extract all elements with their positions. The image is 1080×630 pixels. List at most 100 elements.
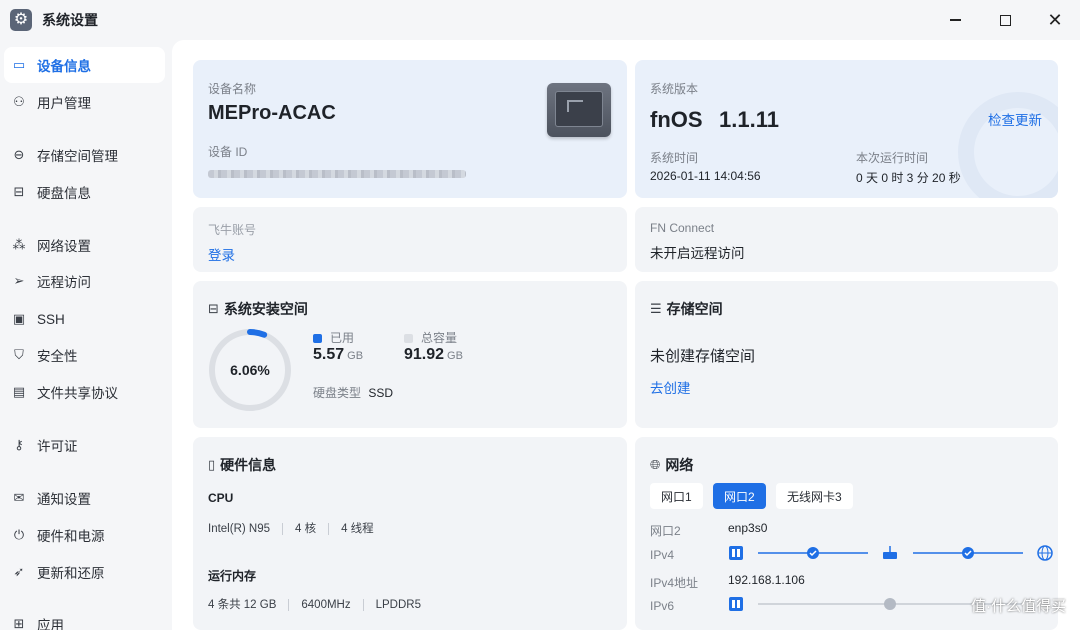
sidebar-item-disk-info[interactable]: ⊟ 硬盘信息 bbox=[4, 174, 165, 210]
sidebar-item-network[interactable]: ⁂ 网络设置 bbox=[4, 227, 165, 263]
fnos-logo-watermark bbox=[958, 92, 1058, 198]
account-card: 飞牛账号 登录 bbox=[193, 207, 627, 272]
sidebar-item-label: 硬盘信息 bbox=[37, 186, 91, 201]
interface-label: 网口2 bbox=[650, 524, 681, 538]
network-header: 🌐︎ 网络 bbox=[650, 455, 693, 475]
app-title: 系统设置 bbox=[42, 12, 98, 28]
sidebar-item-hardware-power[interactable]: ⏻ 硬件和电源 bbox=[4, 517, 165, 553]
main-panel: 设备名称 MEPro-ACAC 设备 ID 系统版本 fnOS 1.1.11 检… bbox=[172, 40, 1080, 630]
system-time-label: 系统时间 bbox=[650, 151, 699, 165]
rocket-icon: ➶ bbox=[13, 564, 25, 579]
sidebar-item-remote-access[interactable]: ➢ 远程访问 bbox=[4, 263, 165, 299]
used-legend: 已用 bbox=[313, 329, 354, 346]
sidebar-item-label: 应用 bbox=[37, 618, 64, 630]
ipv4-address: 192.168.1.106 bbox=[728, 573, 805, 587]
total-label: 总容量 bbox=[421, 331, 458, 345]
sidebar-item-label: 设备信息 bbox=[37, 59, 91, 74]
create-storage-link[interactable]: 去创建 bbox=[650, 377, 691, 397]
sidebar-item-file-sharing[interactable]: ▤ 文件共享协议 bbox=[4, 374, 165, 410]
tab-port-2[interactable]: 网口2 bbox=[713, 483, 766, 509]
tab-port-1[interactable]: 网口1 bbox=[650, 483, 703, 509]
sidebar-item-ssh[interactable]: ▣ SSH bbox=[4, 301, 165, 337]
sidebar-item-label: SSH bbox=[37, 311, 65, 327]
users-icon: ⚇ bbox=[13, 94, 25, 109]
nas-device-icon bbox=[547, 83, 611, 137]
disk-type-row: 硬盘类型 SSD bbox=[313, 384, 393, 401]
storage-header: ☰ 存储空间 bbox=[650, 299, 723, 319]
router-icon bbox=[883, 552, 897, 559]
memory-frequency: 6400MHz bbox=[301, 599, 351, 611]
cpu-label: CPU bbox=[208, 491, 234, 505]
sidebar-item-label: 许可证 bbox=[37, 439, 78, 454]
used-unit: GB bbox=[347, 350, 364, 362]
close-icon: ✕ bbox=[1047, 9, 1063, 30]
ipv4-address-label: IPv4地址 bbox=[650, 576, 699, 590]
globe-icon: 🌐︎ bbox=[650, 457, 661, 472]
power-icon: ⏻ bbox=[13, 527, 25, 542]
sidebar-item-security[interactable]: ⛉ 安全性 bbox=[4, 337, 165, 373]
device-name: MEPro-ACAC bbox=[208, 102, 336, 124]
sidebar-item-label: 远程访问 bbox=[37, 275, 91, 290]
storage-icon: ☰ bbox=[650, 301, 662, 316]
account-label: 飞牛账号 bbox=[208, 223, 257, 237]
hardware-title: 硬件信息 bbox=[220, 457, 277, 473]
sidebar-item-label: 更新和还原 bbox=[37, 566, 105, 581]
memory-label: 运行内存 bbox=[208, 569, 257, 583]
system-space-card: ⊟ 系统安装空间 6.06% 已用 5.57 GB 总容量 91.92 GB 硬盘类… bbox=[193, 281, 627, 428]
login-link[interactable]: 登录 bbox=[208, 244, 235, 264]
sidebar-item-label: 文件共享协议 bbox=[37, 386, 118, 401]
sidebar-item-label: 网络设置 bbox=[37, 239, 91, 254]
total-value: 91.92 bbox=[404, 346, 445, 363]
network-title: 网络 bbox=[665, 457, 694, 473]
disk-icon: ⊟ bbox=[208, 301, 219, 316]
hardware-header: ▯ 硬件信息 bbox=[208, 455, 276, 475]
usage-percent: 6.06% bbox=[230, 362, 270, 378]
minimize-button[interactable] bbox=[930, 0, 980, 40]
used-value: 5.57 bbox=[313, 346, 345, 363]
sidebar-item-license[interactable]: ⚷ 许可证 bbox=[4, 427, 165, 463]
fn-connect-status: 未开启远程访问 bbox=[650, 246, 745, 261]
used-label: 已用 bbox=[330, 331, 355, 345]
ipv4-topology bbox=[729, 545, 1053, 561]
sidebar-item-apps[interactable]: ⊞ 应用 bbox=[4, 606, 165, 630]
device-name-label: 设备名称 bbox=[208, 82, 257, 96]
sidebar-item-users[interactable]: ⚇ 用户管理 bbox=[4, 84, 165, 120]
storage-card: ☰ 存储空间 未创建存储空间 去创建 bbox=[635, 281, 1058, 428]
mail-icon: ✉ bbox=[13, 490, 25, 505]
minimize-icon bbox=[949, 19, 961, 21]
window-controls: ✕ bbox=[930, 0, 1080, 40]
total-legend: 总容量 bbox=[404, 329, 457, 346]
sidebar-item-update-restore[interactable]: ➶ 更新和还原 bbox=[4, 554, 165, 590]
check-update-link[interactable]: 检查更新 bbox=[988, 109, 1042, 129]
title-bar: ⚙ 系统设置 ✕ bbox=[0, 0, 1080, 40]
watermark-text: 值·什么值得买 bbox=[971, 598, 1066, 615]
maximize-icon bbox=[999, 14, 1011, 26]
sidebar-item-storage-management[interactable]: ⊖ 存储空间管理 bbox=[4, 137, 165, 173]
ipv6-label: IPv6 bbox=[650, 599, 675, 613]
os-name: fnOS bbox=[650, 107, 703, 132]
maximize-button[interactable] bbox=[980, 0, 1030, 40]
system-card: 系统版本 fnOS 1.1.11 检查更新 系统时间 2026-01-11 14… bbox=[635, 60, 1058, 198]
apps-icon: ⊞ bbox=[13, 616, 25, 630]
key-icon: ⚷ bbox=[14, 437, 24, 452]
monitor-icon: ▭ bbox=[12, 57, 26, 72]
tab-wireless-3[interactable]: 无线网卡3 bbox=[776, 483, 853, 509]
total-amount: 91.92 GB bbox=[404, 346, 463, 364]
sidebar: ▭ 设备信息 ⚇ 用户管理 ⊖ 存储空间管理 ⊟ 硬盘信息 ⁂ 网络设置 ➢ 远… bbox=[0, 40, 172, 630]
disk-type-label: 硬盘类型 bbox=[313, 386, 362, 400]
sidebar-item-notifications[interactable]: ✉ 通知设置 bbox=[4, 480, 165, 516]
close-button[interactable]: ✕ bbox=[1030, 0, 1080, 40]
send-icon: ➢ bbox=[13, 273, 25, 288]
used-amount: 5.57 GB bbox=[313, 346, 363, 364]
device-node-icon bbox=[729, 546, 743, 560]
memory-info: 4 条共 12 GB 6400MHz LPDDR5 bbox=[208, 596, 421, 612]
storage-status: 未创建存储空间 bbox=[650, 348, 756, 365]
device-id-redacted bbox=[208, 170, 466, 178]
storage-icon: ⊖ bbox=[13, 147, 25, 162]
memory-type: LPDDR5 bbox=[375, 599, 421, 611]
device-node-icon bbox=[729, 597, 743, 611]
sidebar-item-device-info[interactable]: ▭ 设备信息 bbox=[4, 47, 165, 83]
sidebar-item-label: 硬件和电源 bbox=[37, 529, 105, 544]
sidebar-item-label: 通知设置 bbox=[37, 492, 91, 507]
system-space-title: 系统安装空间 bbox=[223, 301, 308, 317]
